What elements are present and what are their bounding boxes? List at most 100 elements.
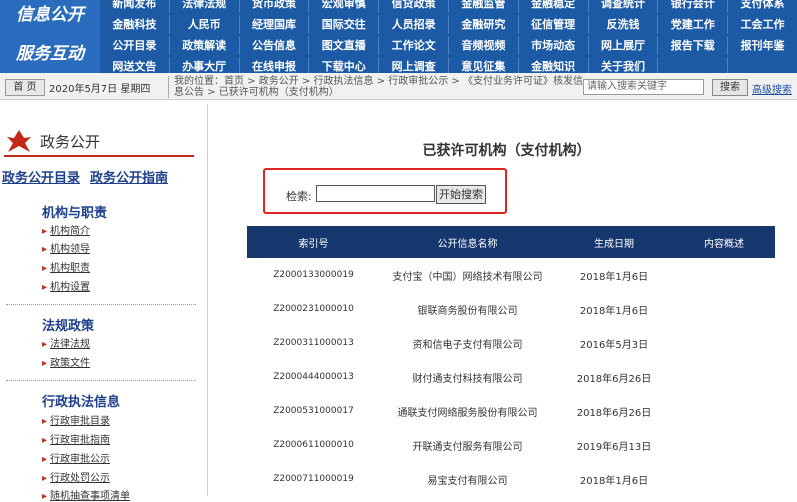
section-title: 行政执法信息 (42, 395, 121, 410)
site-search-input[interactable]: 请输入搜索关键字 (583, 79, 704, 95)
breadcrumb-bar: 首 页 2020年5月7日 星期四 我的位置：首页 > 政务公开 > 行政执法信… (0, 73, 797, 100)
keyword-input[interactable] (316, 185, 435, 202)
nav-item[interactable]: 货币政策 (240, 0, 310, 13)
sidebar-item[interactable]: ▸ 机构职责 (42, 259, 90, 274)
nav-item[interactable]: 支付体系 (728, 0, 797, 13)
cell-name[interactable]: 财付通支付科技有限公司 (380, 370, 555, 385)
nav-item[interactable]: 金融稳定 (519, 0, 589, 13)
nav-item[interactable]: 政策解读 (170, 36, 240, 55)
arrow-icon: ▸ (42, 435, 48, 446)
start-search-button[interactable]: 开始搜索 (436, 185, 486, 204)
nav-row-2: 金融科技 人民币 经理国库 国际交往 人员招录 金融研究 征信管理 反洗钱 党建… (100, 15, 797, 34)
section-title: 法规政策 (42, 319, 95, 334)
breadcrumb[interactable]: 我的位置：首页 > 政务公开 > 行政执法信息 > 行政审批公示 > 《支付业务… (168, 76, 584, 98)
nav-item[interactable]: 人民币 (170, 15, 240, 34)
nav-item[interactable]: 公开目录 (100, 36, 170, 55)
cell-index: Z2000531000017 (273, 406, 354, 416)
nav-item[interactable]: 音频视频 (449, 36, 519, 55)
cell-name[interactable]: 银联商务股份有限公司 (380, 302, 555, 317)
nav-item[interactable]: 党建工作 (658, 15, 729, 34)
cell-index: Z2000133000019 (273, 270, 354, 280)
nav-item[interactable]: 图文直播 (309, 36, 380, 55)
nav-item[interactable]: 金融监管 (449, 0, 519, 13)
sidebar-item[interactable]: ▸ 法律法规 (42, 335, 90, 350)
nav-item[interactable]: 工作论文 (379, 36, 449, 55)
nav-item[interactable]: 网上展厅 (589, 36, 659, 55)
site-search-button[interactable]: 搜索 (712, 79, 748, 96)
table-row[interactable]: Z2000444000013 财付通支付科技有限公司 2018年6月26日 (247, 360, 775, 394)
table-header: 索引号 公开信息名称 生成日期 内容概述 (247, 226, 775, 258)
table-row[interactable]: Z2000231000010 银联商务股份有限公司 2018年1月6日 (247, 292, 775, 326)
sidebar-item[interactable]: ▸ 行政审批公示 (42, 450, 110, 465)
nav-item[interactable]: 信贷政策 (379, 0, 449, 13)
table-row[interactable]: Z2000133000019 支付宝（中国）网络技术有限公司 2018年1月6日 (247, 258, 775, 292)
nav-item[interactable]: 经理国库 (240, 15, 310, 34)
table-row[interactable]: Z2000611000010 开联通支付服务有限公司 2019年6月13日 (247, 428, 775, 462)
top-navigation: 信息公开 服务互动 新闻发布 法律法规 货币政策 宏观审慎 信贷政策 金融监管 … (0, 0, 797, 76)
cell-index: Z2000611000010 (273, 440, 354, 450)
nav-item[interactable]: 征信管理 (519, 15, 589, 34)
sidebar-divider (4, 155, 194, 157)
nav-item[interactable]: 反洗钱 (589, 15, 659, 34)
nav-item[interactable]: 金融研究 (449, 15, 519, 34)
sidebar-item[interactable]: ▸ 机构设置 (42, 278, 90, 293)
table-row[interactable]: Z2000531000017 通联支付网络服务股份有限公司 2018年6月26日 (247, 394, 775, 428)
link-public-catalog[interactable]: 政务公开目录 (2, 171, 80, 186)
cell-name[interactable]: 开联通支付服务有限公司 (380, 438, 555, 453)
home-button[interactable]: 首 页 (5, 79, 45, 96)
nav-item[interactable]: 报告下载 (658, 36, 729, 55)
cell-index: Z2000231000010 (273, 304, 354, 314)
cell-date: 2018年1月6日 (579, 305, 649, 317)
arrow-icon: ▸ (42, 282, 48, 293)
current-date: 2020年5月7日 星期四 (49, 84, 151, 95)
cell-name[interactable]: 通联支付网络服务股份有限公司 (380, 404, 555, 419)
sidebar-header: 政务公开 (4, 127, 194, 155)
advanced-search-link[interactable]: 高级搜索 (752, 81, 792, 96)
brand-info-disclosure[interactable]: 信息公开 (0, 0, 100, 36)
cell-name[interactable]: 易宝支付有限公司 (380, 472, 555, 487)
header-index: 索引号 (298, 238, 329, 250)
nav-item[interactable]: 国际交往 (309, 15, 380, 34)
cell-index: Z2000711000019 (273, 474, 354, 484)
arrow-icon: ▸ (42, 244, 48, 255)
cell-index: Z2000311000013 (273, 338, 354, 348)
sidebar-item[interactable]: ▸ 行政审批指南 (42, 431, 110, 446)
nav-item[interactable]: 市场动态 (519, 36, 589, 55)
search-label: 检索: (286, 190, 312, 203)
sidebar-item[interactable]: ▸ 机构领导 (42, 240, 90, 255)
nav-item[interactable]: 人员招录 (379, 15, 449, 34)
nav-item[interactable]: 调查统计 (589, 0, 659, 13)
nav-item[interactable]: 报刊年鉴 (728, 36, 797, 55)
section-divider (6, 380, 196, 381)
table-row[interactable]: Z2000311000013 资和信电子支付有限公司 2016年5月3日 (247, 326, 775, 360)
header-summary: 内容概述 (704, 238, 744, 250)
nav-item[interactable]: 宏观审慎 (309, 0, 380, 13)
cell-date: 2016年5月3日 (579, 339, 649, 351)
nav-item[interactable]: 法律法规 (170, 0, 240, 13)
nav-row-1: 新闻发布 法律法规 货币政策 宏观审慎 信贷政策 金融监管 金融稳定 调查统计 … (100, 0, 797, 13)
header-name: 公开信息名称 (437, 238, 498, 250)
sidebar-item[interactable]: ▸ 行政处罚公示 (42, 469, 110, 484)
nav-item[interactable]: 金融科技 (100, 15, 170, 34)
table-row[interactable]: Z2000711000019 易宝支付有限公司 2018年1月6日 (247, 462, 775, 496)
sidebar-item[interactable]: ▸ 机构简介 (42, 222, 90, 237)
sidebar-item[interactable]: ▸ 行政审批目录 (42, 412, 110, 427)
nav-item[interactable]: 工会工作 (728, 15, 797, 34)
nav-item[interactable]: 公告信息 (240, 36, 310, 55)
nav-item[interactable]: 银行会计 (658, 0, 729, 13)
link-public-guide[interactable]: 政务公开指南 (90, 171, 168, 186)
cell-index: Z2000444000013 (273, 372, 354, 382)
main-content: 已获许可机构（支付机构） 检索: 开始搜索 索引号 公开信息名称 生成日期 内容… (216, 113, 797, 496)
page-title: 已获许可机构（支付机构） (422, 143, 591, 159)
nav-item[interactable]: 新闻发布 (100, 0, 170, 13)
sidebar-item[interactable]: ▸ 政策文件 (42, 354, 90, 369)
arrow-icon: ▸ (42, 263, 48, 274)
sidebar-item[interactable]: ▸ 随机抽查事项清单 (42, 487, 130, 502)
brand-service-interaction[interactable]: 服务互动 (0, 36, 100, 73)
nav-row-3: 公开目录 政策解读 公告信息 图文直播 工作论文 音频视频 市场动态 网上展厅 … (100, 36, 797, 55)
cell-date: 2018年1月6日 (579, 271, 649, 283)
arrow-icon: ▸ (42, 358, 48, 369)
section-divider (6, 304, 196, 305)
cell-name[interactable]: 支付宝（中国）网络技术有限公司 (380, 268, 555, 283)
cell-name[interactable]: 资和信电子支付有限公司 (380, 336, 555, 351)
